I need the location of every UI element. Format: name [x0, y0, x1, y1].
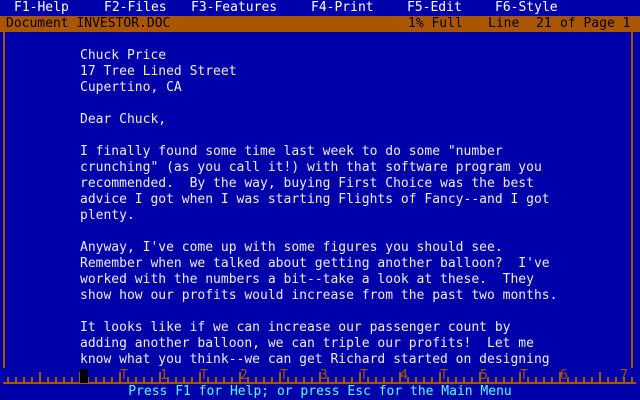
ruler-tab-stop[interactable]: T: [440, 368, 448, 384]
document-line: Chuck Price: [80, 48, 167, 63]
document-line: show how our profits would increase from…: [80, 288, 558, 303]
document-line: Dear Chuck,: [80, 112, 167, 127]
ruler-number: 2: [240, 368, 248, 383]
menu-help[interactable]: F1-Help: [14, 0, 69, 16]
document-line: I finally found some time last week to d…: [80, 144, 503, 159]
menu-features[interactable]: F3-Features: [191, 0, 277, 16]
ruler-tab-stop[interactable]: T: [200, 368, 208, 384]
document-line: adding another balloon, we can triple ou…: [80, 336, 534, 351]
function-key-menu: F1-Help F2-Files F3-Features F4-Print F5…: [0, 0, 640, 16]
document-text-area[interactable]: Chuck Price 17 Tree Lined Street Cupertino…: [80, 48, 620, 368]
ruler-number: 7: [620, 368, 628, 383]
status-bar: Document INVESTOR.DOC 1% Full Line 21 of…: [0, 16, 640, 32]
help-line: Press F1 for Help; or press Esc for the …: [0, 384, 640, 400]
cursor-position-marker: [80, 369, 88, 383]
menu-files[interactable]: F2-Files: [104, 0, 167, 16]
document-line: Remember when we talked about getting an…: [80, 256, 550, 271]
ruler-number: 6: [560, 368, 568, 383]
menu-print[interactable]: F4-Print: [311, 0, 374, 16]
ruler-number: 5: [480, 368, 488, 383]
page-indicator: of Page 1: [560, 16, 631, 31]
ruler-number: 4: [400, 368, 408, 383]
document-line: recommended. By the way, buying First Ch…: [80, 176, 534, 191]
document-line: advice I got when I was starting Flights…: [80, 192, 550, 207]
ruler-tab-stop[interactable]: T: [520, 368, 528, 384]
line-number: 21: [536, 16, 552, 31]
document-line: It looks like if we can increase our pas…: [80, 320, 511, 335]
document-line: crunching" (as you call it!) with that s…: [80, 160, 542, 175]
menu-edit[interactable]: F5-Edit: [407, 0, 462, 16]
document-line: worked with the numbers a bit--take a lo…: [80, 272, 534, 287]
document-line: plenty.: [80, 208, 135, 223]
ruler-number: 1: [160, 368, 168, 383]
document-line: Cupertino, CA: [80, 80, 182, 95]
line-label: Line: [488, 16, 520, 31]
menu-style[interactable]: F6-Style: [495, 0, 558, 16]
document-line: know what you think--we can get Richard …: [80, 352, 550, 367]
ruler: T T T T T T 1 2 3 4 5 6 7: [0, 368, 640, 384]
document-line: 17 Tree Lined Street: [80, 64, 237, 79]
document-name: Document INVESTOR.DOC: [6, 16, 171, 31]
document-line: Anyway, I've come up with some figures y…: [80, 240, 503, 255]
document-fullness: 1% Full: [408, 16, 463, 31]
ruler-number: 3: [320, 368, 328, 383]
ruler-tab-stop[interactable]: T: [280, 368, 288, 384]
ruler-tab-stop[interactable]: T: [360, 368, 368, 384]
ruler-tab-stop[interactable]: T: [120, 368, 128, 384]
